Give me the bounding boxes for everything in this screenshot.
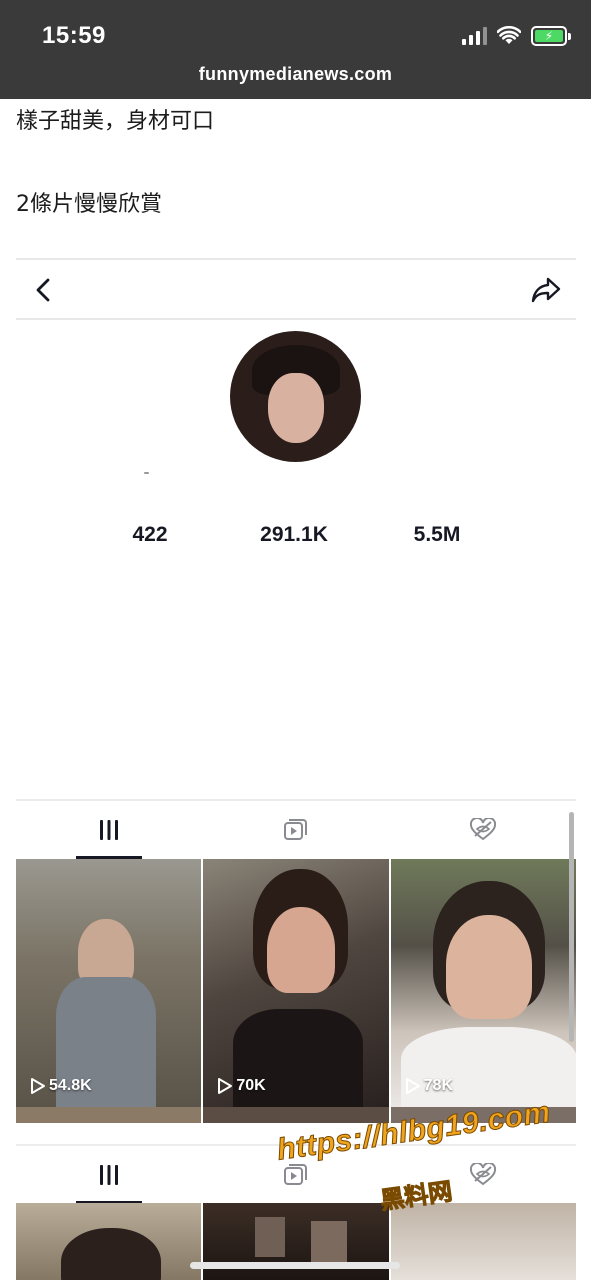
wifi-icon (497, 26, 521, 44)
article-text-line: 2條片慢慢欣賞 (16, 192, 162, 217)
video-thumbnail[interactable]: 70K (203, 859, 389, 1107)
video-thumbnail[interactable] (390, 1203, 576, 1280)
divider-dot (144, 472, 149, 474)
profile-stats: 422 291.1K 5.5M (16, 523, 576, 553)
status-bar: 15:59 ⚡ funnymedianews.com (0, 0, 591, 99)
play-icon (405, 1078, 420, 1094)
liked-private-icon (469, 818, 497, 841)
scrollbar[interactable] (569, 812, 574, 1042)
likes-count: 5.5M (413, 523, 461, 546)
url-bar[interactable]: funnymedianews.com (0, 64, 591, 85)
charging-bolt-icon: ⚡ (535, 30, 563, 42)
tab-videos[interactable] (16, 801, 202, 859)
view-count: 78K (405, 1077, 453, 1095)
video-grid: 54.8K 70K 78K (16, 859, 576, 1107)
video-thumbnail[interactable]: 78K (390, 859, 576, 1107)
videos-grid-icon (100, 1165, 118, 1185)
chevron-left-icon[interactable] (30, 276, 58, 304)
avatar[interactable] (230, 331, 361, 462)
video-thumbnail[interactable]: 54.8K (16, 859, 202, 1107)
followers-count[interactable]: 291.1K (260, 523, 328, 547)
status-icons: ⚡ (462, 24, 571, 48)
tab-liked[interactable] (390, 801, 576, 859)
videos-grid-icon (100, 820, 118, 840)
tab-videos[interactable] (16, 1146, 202, 1204)
view-count: 70K (217, 1077, 266, 1095)
screen: 15:59 ⚡ funnymedianews.com 樣子甜美，身材可口 2條片… (0, 0, 591, 1280)
cellular-signal-icon (462, 27, 487, 45)
view-count: 54.8K (30, 1077, 92, 1095)
profile-tabs (16, 799, 576, 859)
profile-nav-bar (16, 258, 576, 320)
following-count[interactable]: 422 (132, 523, 167, 547)
article-text-line: 樣子甜美，身材可口 (16, 109, 215, 134)
home-indicator[interactable] (190, 1262, 400, 1269)
video-thumbnail[interactable] (16, 1203, 202, 1280)
status-time: 15:59 (42, 22, 106, 49)
tab-reposts[interactable] (203, 801, 389, 859)
play-icon (31, 1078, 45, 1094)
battery-icon: ⚡ (531, 26, 571, 46)
reposts-icon (284, 819, 307, 840)
play-icon (218, 1078, 233, 1094)
liked-private-icon (469, 1163, 497, 1186)
share-arrow-icon[interactable] (530, 276, 562, 304)
